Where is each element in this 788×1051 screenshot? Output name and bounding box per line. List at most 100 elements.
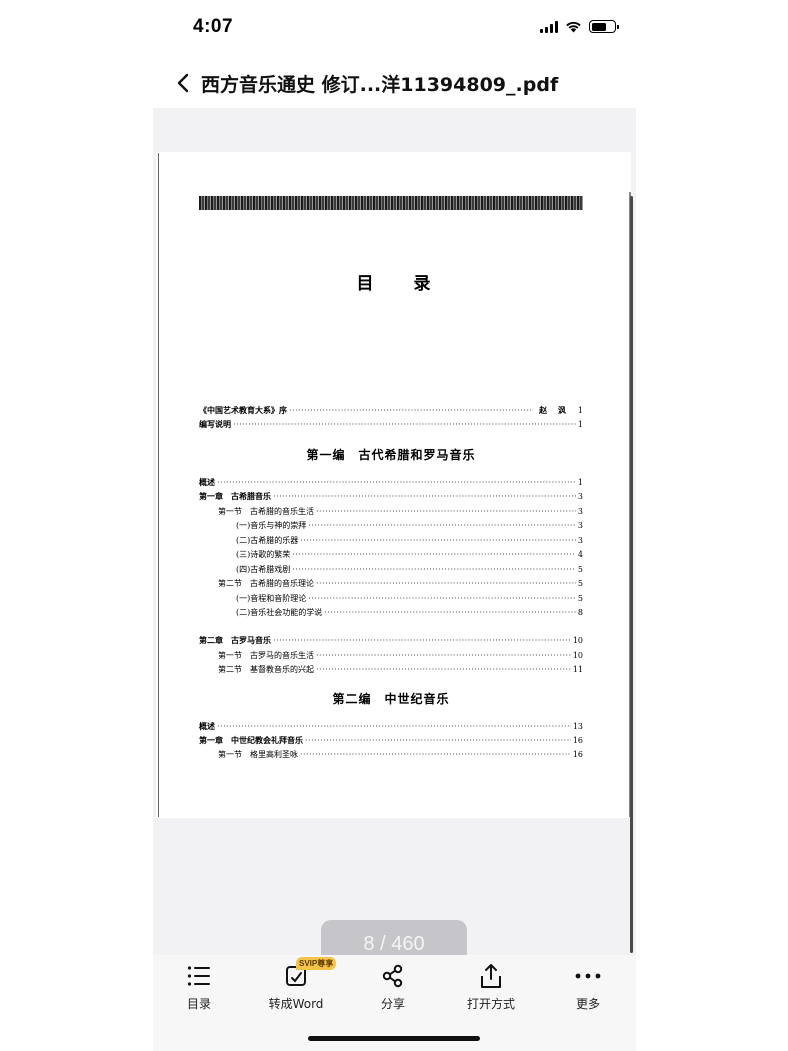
tab-open-with[interactable]: 打开方式 [446, 955, 536, 1015]
page-header-bar [199, 196, 583, 210]
toc-leader-dots [316, 577, 576, 590]
toc-entry-page: 13 [572, 722, 583, 731]
toc-leader-dots [305, 734, 571, 747]
toc-entry-page: 5 [577, 594, 583, 603]
toc-entry[interactable]: 第一节 格里高利圣咏 16 [199, 748, 583, 761]
toc-entry-page: 1 [577, 406, 583, 415]
tab-more[interactable]: 更多 [543, 955, 633, 1015]
toc-entry-label: 第一节 古罗马的音乐生活 [218, 651, 314, 660]
tab-toc[interactable]: 目录 [154, 955, 244, 1015]
toc-entry-page: 11 [572, 665, 583, 674]
document-title: 西方音乐通史 修订...洋11394809_.pdf [201, 73, 559, 96]
toc-leader-dots [316, 505, 576, 518]
toc-entry-label: 《中国艺术教育大系》序 [199, 405, 287, 415]
toc-leader-dots [316, 663, 571, 676]
toc-entry-label: 第一章 中世纪教会礼拜音乐 [199, 735, 303, 745]
toc-leader-dots [308, 592, 576, 605]
toc-entry[interactable]: 第一节 古希腊的音乐生活 3 [199, 505, 583, 518]
toc-entry[interactable]: (一)音程和音阶理论 5 [199, 592, 583, 605]
more-icon [575, 973, 601, 979]
toc-leader-dots [300, 748, 571, 761]
tab-label: 转成Word [268, 997, 324, 1011]
toc-entry[interactable]: 编写说明 1 [199, 418, 583, 431]
open-with-icon [481, 964, 501, 988]
tab-share[interactable]: 分享 [348, 955, 438, 1015]
toc-leader-dots [292, 563, 576, 576]
part-title: 第一编 古代希腊和罗马音乐 [306, 448, 476, 462]
cellular-signal-icon [540, 20, 558, 33]
toc-entry-page: 3 [577, 492, 583, 501]
toc-entry-page: 3 [577, 536, 583, 545]
toc-entry-label: (一)音乐与神的崇拜 [236, 521, 307, 530]
list-icon [187, 966, 210, 986]
toc-entry[interactable]: (一)音乐与神的崇拜 3 [199, 519, 583, 532]
toc-leader-dots [316, 649, 571, 662]
pdf-viewer[interactable]: 目录 《中国艺术教育大系》序 赵 沨 1 编写说明 1 第一编 古代希腊和罗马音乐 概述… [153, 108, 636, 966]
toc-leader-dots [273, 634, 571, 647]
toc-leader-dots [217, 476, 576, 489]
back-button[interactable] [165, 63, 201, 103]
toc-entry-label: 概述 [199, 721, 215, 731]
toc-entry-author: 赵 沨 [539, 405, 570, 415]
toc-entry-label: (三)诗歌的繁荣 [236, 550, 291, 559]
toc-entry-label: 第一节 古希腊的音乐生活 [218, 507, 314, 516]
toc-entry[interactable]: 第一章 中世纪教会礼拜音乐 16 [199, 734, 583, 747]
wifi-icon [566, 21, 581, 33]
pdf-page: 目录 《中国艺术教育大系》序 赵 沨 1 编写说明 1 第一编 古代希腊和罗马音乐 概述… [156, 152, 631, 818]
toc-entry-page: 16 [572, 736, 583, 745]
toc-entry-label: 第二章 古罗马音乐 [199, 635, 271, 645]
toc-entry-page: 1 [577, 420, 583, 429]
part-title: 第二编 中世纪音乐 [332, 692, 450, 706]
toc-entry-label: (一)音程和音阶理论 [236, 594, 307, 603]
toc-entry-page: 8 [577, 608, 583, 617]
toc-heading: 目录 [356, 274, 471, 294]
toc-entry[interactable]: 第二节 古希腊的音乐理论 5 [199, 577, 583, 590]
toc-entry-label: 第二节 古希腊的音乐理论 [218, 579, 314, 588]
tab-convert-word[interactable]: SVIP尊享 转成Word [251, 955, 341, 1015]
toc-leader-dots [300, 534, 576, 547]
toc-entry-label: 概述 [199, 477, 215, 487]
toc-entry[interactable]: (二)音乐社会功能的学说 8 [199, 606, 583, 619]
toc-entry[interactable]: 《中国艺术教育大系》序 赵 沨 1 [199, 404, 583, 417]
scrollbar[interactable] [630, 196, 633, 953]
tab-label: 目录 [186, 997, 211, 1011]
toc-entry[interactable]: (三)诗歌的繁荣 4 [199, 548, 583, 561]
toc-leader-dots [289, 404, 533, 417]
status-icons [540, 20, 619, 33]
toc-entry-page: 10 [572, 651, 583, 660]
toc-entry[interactable]: (二)古希腊的乐器 3 [199, 534, 583, 547]
tab-label: 更多 [575, 997, 600, 1011]
toc-leader-dots [308, 519, 576, 532]
toc-entry-page: 3 [577, 521, 583, 530]
toc-entry[interactable]: 第一章 古希腊音乐 3 [199, 490, 583, 503]
toc-entry[interactable]: 概述 1 [199, 476, 583, 489]
toc-entry-label: (二)古希腊的乐器 [236, 536, 299, 545]
nav-bar: 西方音乐通史 修订...洋11394809_.pdf [153, 58, 636, 108]
toc-leader-dots [324, 606, 576, 619]
toc-entry[interactable]: (四)古希腊戏剧 5 [199, 563, 583, 576]
toc-entry-page: 1 [577, 478, 583, 487]
svip-badge: SVIP尊享 [296, 957, 337, 970]
home-indicator[interactable] [308, 1036, 480, 1041]
tab-label: 打开方式 [466, 997, 515, 1011]
toc-leader-dots [292, 548, 576, 561]
bottom-toolbar: 目录 SVIP尊享 转成Word 分享 打开方式 更多 [153, 955, 636, 1051]
toc-leader-dots [217, 720, 571, 733]
toc-entry[interactable]: 第二章 古罗马音乐 10 [199, 634, 583, 647]
toc-entry-page: 3 [577, 507, 583, 516]
toc-entry-page: 10 [572, 636, 583, 645]
tab-label: 分享 [380, 997, 405, 1011]
toc-entry-label: (四)古希腊戏剧 [236, 565, 291, 574]
battery-icon [589, 20, 619, 33]
toc-entry-page: 5 [577, 579, 583, 588]
toc-entry[interactable]: 概述 13 [199, 720, 583, 733]
toc-entry-label: (二)音乐社会功能的学说 [236, 608, 323, 617]
toc-entry[interactable]: 第一节 古罗马的音乐生活 10 [199, 649, 583, 662]
toc-entry[interactable]: 第二节 基督教音乐的兴起 11 [199, 663, 583, 676]
toc-entry-label: 第二节 基督教音乐的兴起 [218, 665, 314, 674]
toc-leader-dots [233, 418, 576, 431]
toc-entry-page: 4 [577, 550, 583, 559]
toc-entry-label: 编写说明 [199, 419, 231, 429]
toc-entry-page: 5 [577, 565, 583, 574]
chevron-left-icon [177, 73, 189, 93]
